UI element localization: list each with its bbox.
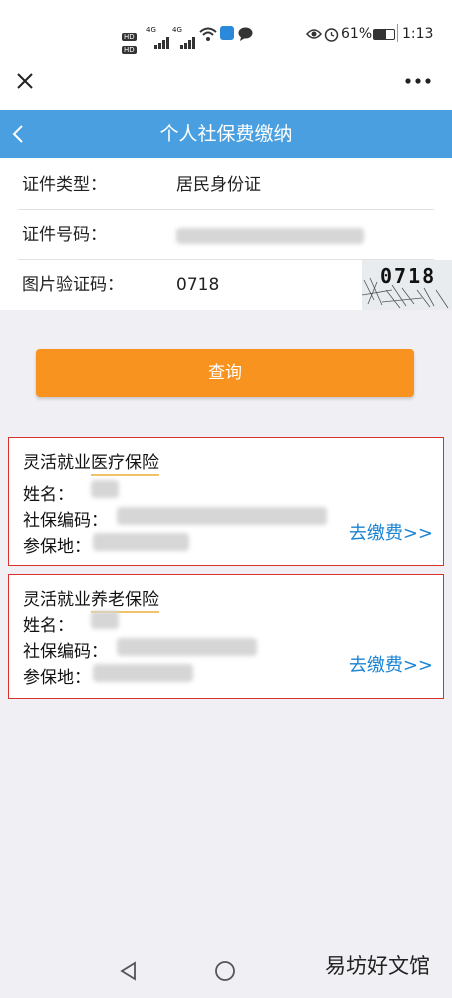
status-divider xyxy=(397,24,398,42)
status-bar: HD HD 4G 4G 61% 1:13 xyxy=(0,0,452,58)
page-title: 个人社保费缴纳 xyxy=(159,123,293,145)
battery-percent: 61% xyxy=(341,26,373,42)
battery-icon xyxy=(373,29,395,40)
code-value xyxy=(117,507,327,525)
alarm-icon xyxy=(324,28,339,42)
captcha-input[interactable]: 0718 xyxy=(176,260,219,310)
signal-strength-icon-1 xyxy=(154,30,170,49)
page-header: 个人社保费缴纳 xyxy=(0,110,452,158)
eye-icon xyxy=(306,29,322,39)
clock-time: 1:13 xyxy=(402,26,434,42)
place-label: 参保地： xyxy=(23,668,91,688)
signal-strength-icon-2 xyxy=(180,30,196,49)
card-title: 灵活就业医疗保险 xyxy=(23,448,159,476)
insurance-card-pension: 灵活就业养老保险 姓名： 社保编码： 参保地： 去缴费>> xyxy=(8,574,444,699)
more-icon[interactable] xyxy=(405,78,431,84)
id-type-value[interactable]: 居民身份证 xyxy=(176,160,261,210)
back-triangle-icon[interactable] xyxy=(119,961,137,981)
name-label: 姓名： xyxy=(23,616,74,636)
card-title-highlight: 养老保险 xyxy=(91,590,159,613)
id-type-label: 证件类型： xyxy=(22,175,107,195)
name-label: 姓名： xyxy=(23,485,74,505)
id-number-row: 证件号码： xyxy=(0,210,452,260)
watermark-text: 易坊好文馆 xyxy=(325,954,430,978)
code-value xyxy=(117,638,257,656)
place-value xyxy=(93,533,189,551)
captcha-label: 图片验证码： xyxy=(22,275,124,295)
query-form: 证件类型： 居民身份证 证件号码： 图片验证码： 0718 0718 xyxy=(0,158,452,310)
code-label: 社保编码： xyxy=(23,642,108,662)
app-top-bar xyxy=(0,58,452,110)
id-number-label: 证件号码： xyxy=(22,225,107,245)
code-label: 社保编码： xyxy=(23,511,108,531)
insurance-card-medical: 灵活就业医疗保险 姓名： 社保编码： 参保地： 去缴费>> xyxy=(8,437,444,566)
chat-bubble-icon xyxy=(238,27,253,41)
card-title-highlight: 医疗保险 xyxy=(91,453,159,476)
app-notification-icon xyxy=(220,26,234,40)
name-value xyxy=(91,480,119,498)
place-value xyxy=(93,664,193,682)
id-type-row[interactable]: 证件类型： 居民身份证 xyxy=(0,160,452,210)
name-value xyxy=(91,611,119,629)
card-title-prefix: 灵活就业 xyxy=(23,590,91,610)
captcha-row: 图片验证码： 0718 0718 xyxy=(0,260,452,310)
captcha-image[interactable]: 0718 xyxy=(362,260,452,310)
home-circle-icon[interactable] xyxy=(214,960,236,982)
card-title-prefix: 灵活就业 xyxy=(23,453,91,473)
captcha-text: 0718 xyxy=(380,264,437,288)
pay-link[interactable]: 去缴费>> xyxy=(349,651,433,677)
place-label: 参保地： xyxy=(23,537,91,557)
wifi-icon xyxy=(199,27,217,41)
id-number-field[interactable] xyxy=(176,228,364,244)
pay-link[interactable]: 去缴费>> xyxy=(349,519,433,545)
hd-signal-icon-2: HD xyxy=(122,46,137,54)
query-button[interactable]: 查询 xyxy=(36,349,414,397)
card-title: 灵活就业养老保险 xyxy=(23,585,159,613)
close-icon[interactable] xyxy=(16,72,34,90)
